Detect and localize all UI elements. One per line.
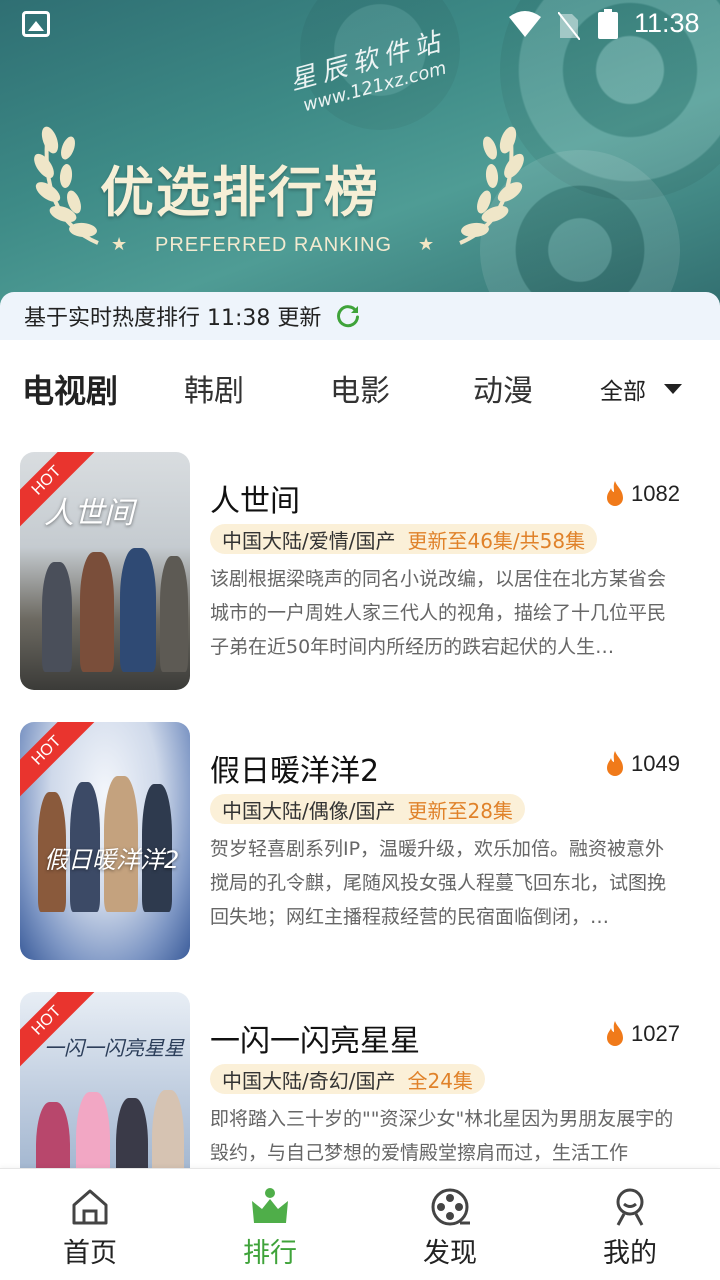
banner-subtitle: PREFERRED RANKING <box>155 234 393 256</box>
nav-label: 我的 <box>603 1238 657 1269</box>
bottom-navigation: 首页 排行 发现 我的 <box>0 1168 720 1280</box>
update-info-bar: 基于实时热度排行 11:38 更新 <box>0 292 720 340</box>
heat-value: 1049 <box>631 751 680 776</box>
nav-label: 首页 <box>63 1238 117 1269</box>
episode-status: 全24集 <box>407 1068 473 1093</box>
banner-title: 优选排行榜 <box>100 161 380 224</box>
genre-text: 中国大陆/奇幻/国产 <box>222 1068 396 1093</box>
image-notification-icon <box>22 11 50 37</box>
caret-down-icon <box>664 384 682 394</box>
poster-title: 假日暖洋洋2 <box>44 846 180 874</box>
star-icon: ★ <box>418 234 435 255</box>
nav-label: 发现 <box>423 1238 477 1269</box>
genre-text: 中国大陆/爱情/国产 <box>222 528 396 553</box>
list-item[interactable]: 一闪一闪亮星星 HOT 一闪一闪亮星星 1027 中国大陆/奇幻/国产 全24集… <box>0 992 720 1168</box>
item-description: 该剧根据梁晓声的同名小说改编，以居住在北方某省会城市的一户周姓人家三代人的视角，… <box>210 568 667 658</box>
item-title: 假日暖洋洋2 <box>210 754 380 789</box>
heat-count: 1049 <box>603 750 680 778</box>
home-icon <box>72 1189 108 1225</box>
list-item[interactable]: 人世间 HOT 人世间 1082 中国大陆/爱情/国产 更新至46集/共58集 … <box>0 452 720 692</box>
item-description: 即将踏入三十岁的""资深少女"林北星因为男朋友展宇的毁约，与自己梦想的爱情殿堂擦… <box>210 1108 674 1164</box>
tab-korean-drama[interactable]: 韩剧 <box>184 366 244 410</box>
status-time: 11:38 <box>634 8 700 38</box>
poster-title: 一闪一闪亮星星 <box>44 1036 184 1060</box>
poster-image: 假日暖洋洋2 HOT <box>20 722 190 960</box>
poster-image: 一闪一闪亮星星 HOT <box>20 992 190 1168</box>
no-sim-icon <box>558 12 580 40</box>
item-description: 贺岁轻喜剧系列IP，温暖升级，欢乐加倍。融资被意外搅局的孔令麒，尾随风投女强人程… <box>210 838 667 928</box>
item-title: 人世间 <box>210 484 300 519</box>
flame-icon <box>607 1021 624 1046</box>
film-reel-icon <box>431 1188 470 1226</box>
genre-tag: 中国大陆/爱情/国产 更新至46集/共58集 <box>210 524 598 554</box>
nav-ranking[interactable]: 排行 <box>210 1169 330 1280</box>
flame-icon <box>607 751 624 776</box>
poster-image: 人世间 HOT <box>20 452 190 690</box>
heat-count: 1027 <box>603 1020 680 1048</box>
flame-icon <box>607 481 624 506</box>
heat-value: 1082 <box>631 481 680 506</box>
nav-label: 排行 <box>243 1238 297 1269</box>
laurel-right-icon <box>459 126 524 245</box>
genre-tag: 中国大陆/偶像/国产 更新至28集 <box>210 794 525 824</box>
update-text: 基于实时热度排行 11:38 更新 <box>24 306 322 331</box>
list-item[interactable]: 假日暖洋洋2 HOT 假日暖洋洋2 1049 中国大陆/偶像/国产 更新至28集… <box>0 722 720 962</box>
poster-title: 人世间 <box>44 496 134 531</box>
tab-movie[interactable]: 电影 <box>330 366 390 410</box>
wifi-icon <box>509 11 541 37</box>
filter-dropdown[interactable]: 全部 <box>600 372 682 406</box>
nav-profile[interactable]: 我的 <box>570 1169 690 1280</box>
heat-value: 1027 <box>631 1021 680 1046</box>
tab-tv-series[interactable]: 电视剧 <box>22 366 118 412</box>
user-icon <box>616 1188 644 1226</box>
refresh-icon[interactable] <box>335 303 361 329</box>
crown-icon <box>252 1188 288 1223</box>
tab-anime[interactable]: 动漫 <box>473 366 533 410</box>
episode-status: 更新至46集/共58集 <box>407 528 586 553</box>
genre-tag: 中国大陆/奇幻/国产 全24集 <box>210 1064 485 1094</box>
item-title: 一闪一闪亮星星 <box>210 1024 420 1059</box>
ranking-banner: 11:38 星辰软件站 www.121xz.com 优选排行榜 ★ PREFER… <box>0 0 720 330</box>
nav-discover[interactable]: 发现 <box>390 1169 510 1280</box>
star-icon: ★ <box>111 234 128 255</box>
episode-status: 更新至28集 <box>407 798 513 823</box>
filter-label: 全部 <box>600 379 646 405</box>
genre-text: 中国大陆/偶像/国产 <box>222 798 396 823</box>
battery-icon <box>598 9 618 39</box>
heat-count: 1082 <box>603 480 680 508</box>
nav-home[interactable]: 首页 <box>30 1169 150 1280</box>
